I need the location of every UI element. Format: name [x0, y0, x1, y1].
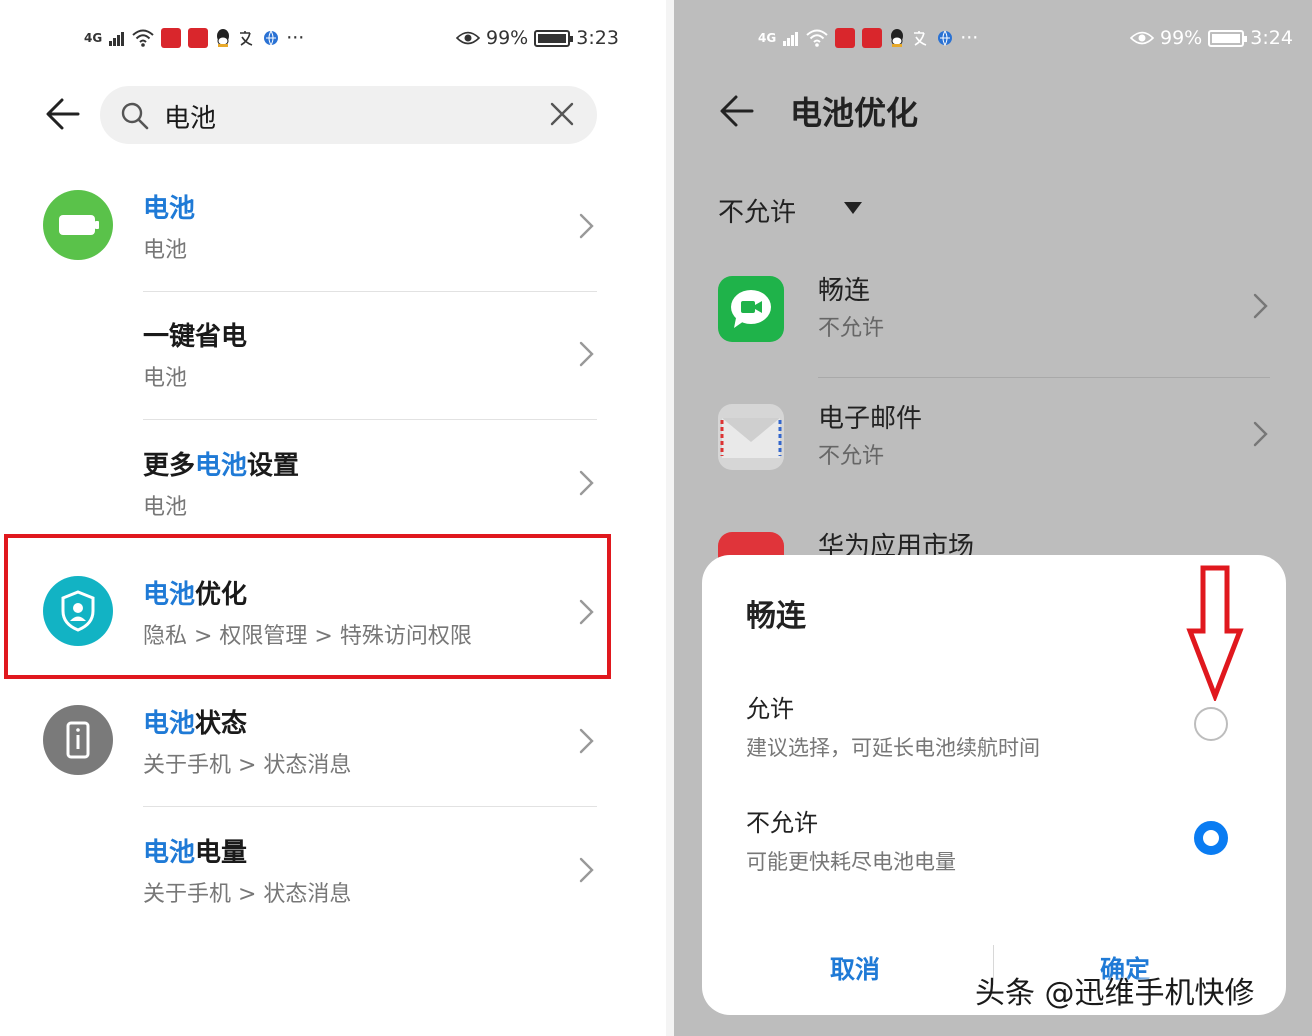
clock: 3:24 [1250, 27, 1293, 49]
email-app-icon [718, 404, 784, 470]
battery-icon [43, 190, 113, 260]
chevron-right-icon [579, 728, 594, 754]
back-arrow-icon[interactable] [44, 95, 82, 133]
option-label: 允许 [746, 695, 794, 723]
battery-percent: 99% [486, 27, 529, 49]
status-bar: 4G ··· 99% 3:23 [84, 22, 624, 54]
back-arrow-icon[interactable] [718, 92, 756, 130]
cancel-button[interactable]: 取消 [830, 950, 880, 986]
search-screen: 4G ··· 99% 3:23 电池 电池 电池 一键省电 电池 更多电池设置 … [0, 0, 674, 1036]
app-name: 电子邮件 [818, 404, 923, 434]
battery-icon [534, 29, 574, 47]
highlight-box [4, 534, 611, 679]
app-notification-icon [161, 28, 182, 48]
option-disallow[interactable]: 不允许 可能更快耗尽电池电量 [746, 803, 1246, 876]
result-battery-status[interactable]: 电池状态 关于手机 > 状态消息 [0, 679, 674, 807]
eye-comfort-icon [456, 31, 480, 45]
chevron-right-icon [579, 470, 594, 496]
app-status: 不允许 [818, 316, 885, 341]
translate-icon [914, 31, 927, 46]
result-subtitle: 电池 [143, 238, 188, 263]
result-subtitle: 电池 [143, 495, 188, 520]
result-power-saving[interactable]: 一键省电 电池 [0, 292, 674, 420]
app-notification-icon [862, 28, 883, 48]
result-title: 电池 [143, 194, 196, 224]
wifi-icon [806, 29, 828, 47]
result-title: 电池状态 [143, 709, 248, 739]
signal-label: 4G [758, 31, 777, 45]
result-title: 电池电量 [143, 838, 248, 868]
wifi-icon [132, 29, 154, 47]
battery-percent: 99% [1160, 27, 1203, 49]
page-title: 电池优化 [790, 94, 919, 132]
chevron-right-icon [579, 341, 594, 367]
battery-icon [1208, 29, 1248, 47]
browser-icon [264, 30, 279, 46]
result-subtitle: 关于手机 > 状态消息 [143, 882, 352, 907]
chevron-right-icon [1253, 293, 1268, 319]
result-battery-level[interactable]: 电池电量 关于手机 > 状态消息 [0, 808, 674, 936]
option-description: 可能更快耗尽电池电量 [746, 850, 956, 874]
clear-icon[interactable] [549, 101, 575, 127]
status-bar: 4G ··· 99% 3:24 [758, 22, 1298, 54]
battery-fill [1212, 33, 1241, 43]
signal-icon [783, 32, 799, 46]
clock: 3:23 [576, 27, 619, 49]
qq-icon [217, 29, 230, 47]
app-status: 不允许 [818, 444, 885, 469]
app-row-email[interactable]: 电子邮件 不允许 [674, 378, 1312, 506]
search-icon [121, 102, 149, 130]
chevron-right-icon [579, 213, 594, 239]
annotation-arrow-icon [1186, 565, 1244, 701]
option-label: 不允许 [746, 809, 818, 837]
more-notifications-icon: ··· [286, 27, 305, 49]
battery-fill [538, 33, 567, 43]
search-query: 电池 [164, 104, 217, 134]
radio-disallow[interactable] [1194, 821, 1228, 855]
result-subtitle: 电池 [143, 366, 188, 391]
divider [143, 806, 597, 807]
search-input[interactable]: 电池 [100, 86, 597, 144]
eye-comfort-icon [1130, 31, 1154, 45]
battery-optimization-screen: 4G ··· 99% 3:24 电池优化 不允许 畅连 不允许 电子邮件 不允许… [674, 0, 1312, 1036]
app-notification-icon [188, 28, 209, 48]
chevron-right-icon [579, 857, 594, 883]
result-title: 更多电池设置 [143, 451, 300, 481]
qq-icon [891, 29, 904, 47]
result-more-battery-settings[interactable]: 更多电池设置 电池 [0, 421, 674, 549]
radio-allow[interactable] [1194, 707, 1228, 741]
dialog-title: 畅连 [746, 599, 806, 634]
result-title: 一键省电 [143, 322, 248, 352]
result-subtitle: 关于手机 > 状态消息 [143, 753, 352, 778]
chevron-right-icon [1253, 421, 1268, 447]
app-name: 畅连 [818, 276, 871, 306]
signal-icon [109, 32, 125, 46]
option-allow[interactable]: 允许 建议选择，可延长电池续航时间 [746, 689, 1246, 762]
result-battery[interactable]: 电池 电池 [0, 164, 674, 292]
dropdown-arrow-icon[interactable] [844, 202, 862, 214]
translate-icon [240, 31, 253, 46]
option-description: 建议选择，可延长电池续航时间 [746, 736, 1040, 760]
app-notification-icon [835, 28, 856, 48]
changlian-app-icon [718, 276, 784, 342]
filter-dropdown[interactable]: 不允许 [718, 192, 796, 229]
signal-label: 4G [84, 31, 103, 45]
app-row-changlian[interactable]: 畅连 不允许 [674, 250, 1312, 378]
more-notifications-icon: ··· [960, 27, 979, 49]
phone-info-icon [43, 705, 113, 775]
divider [143, 419, 597, 420]
watermark: 头条 @迅维手机快修 [975, 976, 1255, 1011]
browser-icon [938, 30, 953, 46]
screen-divider [666, 0, 674, 1036]
